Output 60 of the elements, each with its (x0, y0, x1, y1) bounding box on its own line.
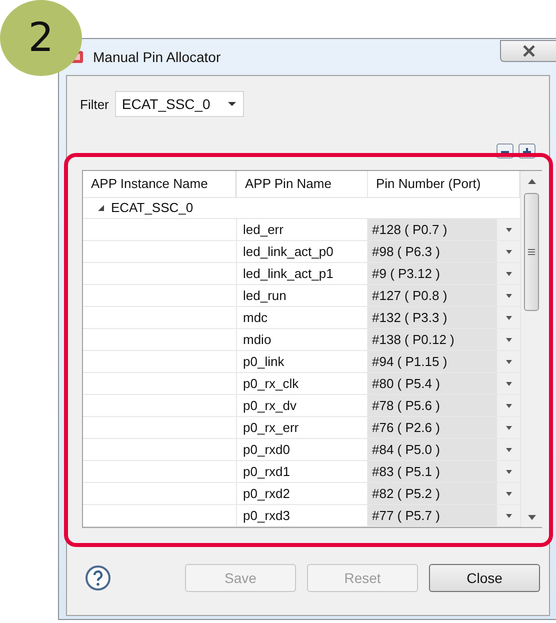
dropdown-button[interactable] (497, 395, 520, 416)
help-icon[interactable] (85, 565, 111, 591)
dropdown-button[interactable] (497, 373, 520, 394)
caret-icon (504, 380, 514, 386)
scrollbar[interactable] (520, 171, 542, 527)
caret-icon (504, 402, 514, 408)
caret-icon (504, 270, 514, 276)
pin-number-cell[interactable]: #138 ( P0.12 ) (368, 329, 497, 350)
pin-number-cell[interactable]: #132 ( P3.3 ) (368, 307, 497, 328)
close-button[interactable] (500, 40, 556, 62)
dropdown-button[interactable] (497, 307, 520, 328)
caret-icon (504, 468, 514, 474)
pin-number-cell[interactable]: #78 ( P5.6 ) (368, 395, 497, 416)
dropdown-button[interactable] (497, 219, 520, 240)
column-header[interactable]: APP Instance Name (83, 171, 236, 197)
dropdown-button[interactable] (497, 329, 520, 350)
dropdown-button[interactable] (497, 351, 520, 372)
caret-icon (504, 446, 514, 452)
dropdown-button[interactable] (497, 439, 520, 460)
pin-number-cell[interactable]: #77 ( P5.7 ) (368, 505, 497, 526)
caret-icon (504, 226, 514, 232)
pin-number-cell[interactable]: #128 ( P0.7 ) (368, 219, 497, 240)
caret-icon (504, 292, 514, 298)
triangle-icon[interactable] (97, 204, 105, 212)
filter-label: Filter (80, 96, 109, 112)
pin-number-cell[interactable]: #127 ( P0.8 ) (368, 285, 497, 306)
dropdown-button[interactable] (497, 241, 520, 262)
window-title: Manual Pin Allocator (93, 49, 221, 65)
caret-icon (504, 314, 514, 320)
caret-icon (504, 336, 514, 342)
caret-icon (226, 101, 237, 107)
down-arrow-icon (528, 514, 536, 520)
grip-icon (528, 249, 535, 255)
dropdown-button[interactable] (497, 417, 520, 438)
step-badge: 2 (0, 0, 82, 76)
dropdown-button[interactable] (497, 505, 520, 526)
scroll-thumb[interactable] (524, 193, 539, 311)
caret-icon (504, 424, 514, 430)
dropdown-button[interactable] (497, 461, 520, 482)
close-icon (522, 45, 536, 57)
caret-icon (504, 512, 514, 518)
caret-icon (504, 358, 514, 364)
pin-number-cell[interactable]: #76 ( P2.6 ) (368, 417, 497, 438)
pin-number-cell[interactable]: #9 ( P3.12 ) (368, 263, 497, 284)
caret-icon (504, 248, 514, 254)
up-arrow-icon (528, 178, 536, 184)
pin-number-cell[interactable]: #98 ( P6.3 ) (368, 241, 497, 262)
pin-number-cell[interactable]: #94 ( P1.15 ) (368, 351, 497, 372)
column-header[interactable]: APP Pin Name (236, 171, 368, 197)
pin-number-cell[interactable]: #80 ( P5.4 ) (368, 373, 497, 394)
caret-icon (504, 490, 514, 496)
pin-number-cell[interactable]: #84 ( P5.0 ) (368, 439, 497, 460)
dropdown-button[interactable] (497, 483, 520, 504)
dropdown-button[interactable] (497, 263, 520, 284)
filter-dropdown[interactable]: ECAT_SSC_0 (114, 91, 244, 117)
table-cell: ECAT_SSC_0 (111, 200, 194, 216)
pin-number-cell[interactable]: #82 ( P5.2 ) (368, 483, 497, 504)
pin-number-cell[interactable]: #83 ( P5.1 ) (368, 461, 497, 482)
dialog-button[interactable]: Close (429, 564, 540, 592)
dropdown-button[interactable] (497, 285, 520, 306)
